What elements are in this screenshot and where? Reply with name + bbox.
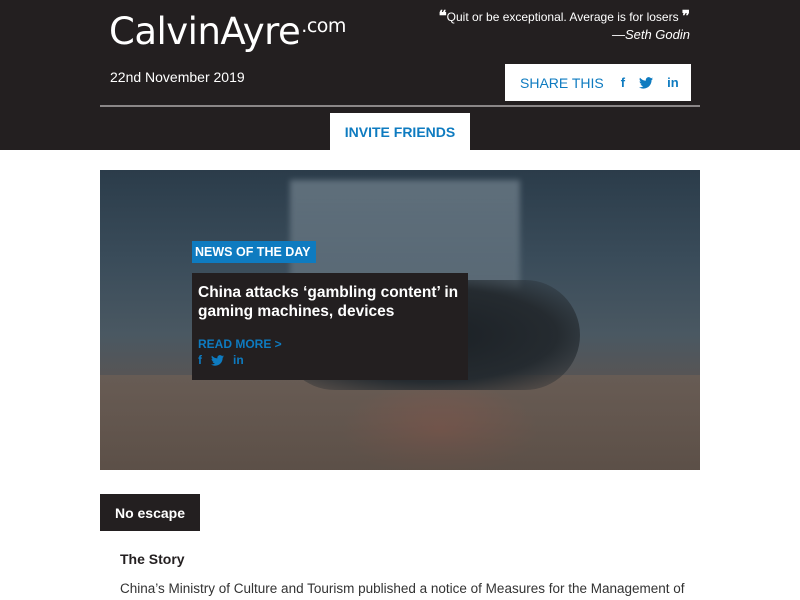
- share-label: SHARE THIS: [520, 74, 604, 91]
- newsletter-header: CalvinAyre.com ❝Quit or be exceptional. …: [0, 0, 800, 150]
- invite-friends-button[interactable]: INVITE FRIENDS: [330, 113, 470, 150]
- read-more-link[interactable]: READ MORE >: [198, 337, 282, 351]
- twitter-share-icon[interactable]: [639, 76, 654, 89]
- card-share-icons: f in: [198, 353, 253, 367]
- header-divider: [100, 105, 700, 107]
- issue-date: 22nd November 2019: [110, 69, 245, 85]
- quote-author: —Seth Godin: [611, 27, 690, 42]
- open-quote-icon: ❝: [438, 9, 447, 25]
- logo-suffix: .com: [301, 15, 346, 37]
- facebook-icon[interactable]: f: [198, 353, 202, 367]
- calvinayre-logo[interactable]: CalvinAyre.com: [109, 10, 346, 53]
- share-bar: SHARE THIS f in: [505, 64, 691, 101]
- header-quote: ❝Quit or be exceptional. Average is for …: [390, 9, 690, 43]
- linkedin-share-icon[interactable]: in: [667, 75, 679, 90]
- linkedin-icon[interactable]: in: [233, 353, 244, 367]
- story-heading: The Story: [120, 551, 185, 567]
- hero-story-title[interactable]: China attacks ‘gambling content’ in gami…: [198, 283, 460, 321]
- section-tag: No escape: [100, 494, 200, 531]
- story-body-text: China’s Ministry of Culture and Tourism …: [120, 581, 685, 596]
- twitter-icon[interactable]: [211, 354, 224, 366]
- logo-main: CalvinAyre: [109, 10, 301, 53]
- news-of-the-day-tag: NEWS OF THE DAY: [192, 241, 316, 263]
- facebook-share-icon[interactable]: f: [621, 75, 625, 90]
- hero-story-card: China attacks ‘gambling content’ in gami…: [192, 273, 468, 380]
- quote-text: Quit or be exceptional. Average is for l…: [446, 10, 679, 24]
- close-quote-icon: ❞: [681, 9, 690, 25]
